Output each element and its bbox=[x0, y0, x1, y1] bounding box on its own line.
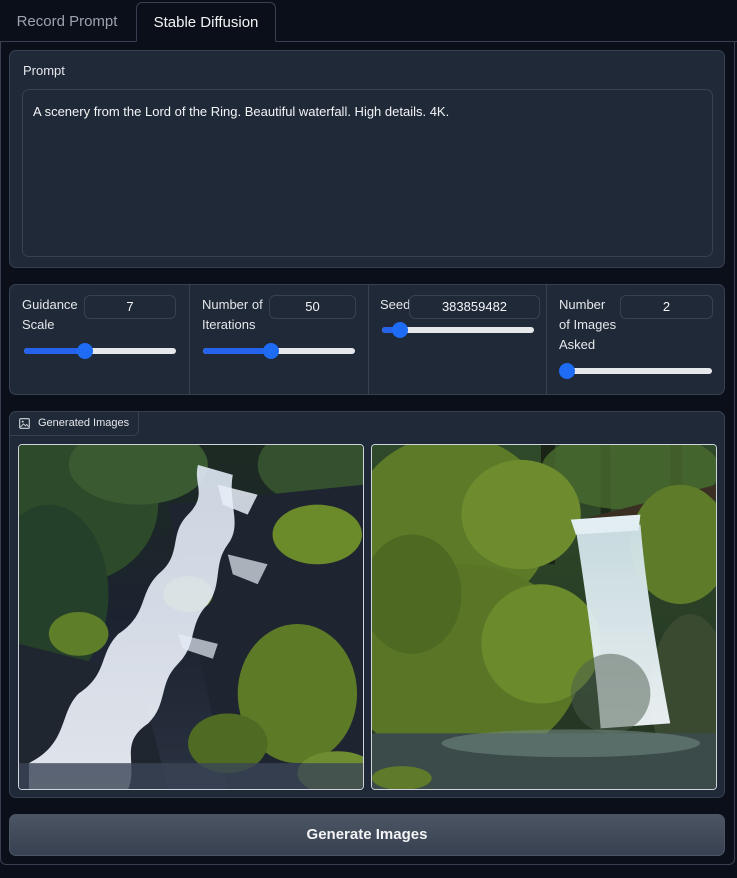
guidance-scale-slider-thumb[interactable] bbox=[76, 343, 93, 359]
seed-label: Seed bbox=[380, 297, 411, 312]
guidance-scale-number-input[interactable]: 7 bbox=[84, 295, 176, 319]
guidance-scale-slider[interactable] bbox=[24, 343, 176, 359]
tab-record-prompt[interactable]: Record Prompt bbox=[6, 2, 128, 42]
num-images-number-input[interactable]: 2 bbox=[620, 295, 713, 319]
iterations-control: Number of Iterations 50 bbox=[189, 285, 368, 394]
seed-slider[interactable] bbox=[382, 322, 534, 338]
prompt-block: Prompt A scenery from the Lord of the Ri… bbox=[9, 50, 725, 268]
image-icon bbox=[19, 418, 30, 429]
iterations-slider-fill bbox=[203, 348, 272, 354]
prompt-label: Prompt bbox=[23, 63, 65, 78]
parameters-block: Guidance Scale 7 Number of Iterations 50… bbox=[9, 284, 725, 395]
generated-image-2[interactable] bbox=[371, 444, 717, 790]
gallery-label-text: Generated Images bbox=[38, 417, 130, 429]
num-images-label-line1: Number bbox=[559, 297, 606, 312]
iterations-slider-thumb[interactable] bbox=[263, 343, 280, 359]
generated-image-1[interactable] bbox=[18, 444, 364, 790]
tab-stable-diffusion[interactable]: Stable Diffusion bbox=[136, 2, 276, 42]
guidance-scale-slider-fill bbox=[24, 348, 85, 354]
iterations-label-line1: Number of bbox=[202, 297, 263, 312]
tab-bar: Record Prompt Stable Diffusion bbox=[0, 0, 737, 42]
iterations-slider[interactable] bbox=[203, 343, 355, 359]
gallery-label: Generated Images bbox=[10, 412, 139, 436]
num-images-label-line2: of Images bbox=[559, 317, 617, 332]
seed-number-input[interactable]: 383859482 bbox=[409, 295, 540, 319]
num-images-label-line3: Asked bbox=[559, 337, 596, 352]
iterations-number-input[interactable]: 50 bbox=[269, 295, 356, 319]
guidance-scale-label-line1: Guidance bbox=[22, 297, 78, 312]
guidance-scale-control: Guidance Scale 7 bbox=[10, 285, 189, 394]
iterations-label-line2: Iterations bbox=[202, 317, 256, 332]
seed-slider-thumb[interactable] bbox=[392, 322, 409, 338]
guidance-scale-label-line2: Scale bbox=[22, 317, 55, 332]
generate-images-button[interactable]: Generate Images bbox=[9, 814, 725, 856]
num-images-control: Number of Images Asked 2 bbox=[546, 285, 724, 394]
prompt-textarea[interactable]: A scenery from the Lord of the Ring. Bea… bbox=[22, 89, 713, 257]
seed-control: Seed 383859482 bbox=[368, 285, 546, 394]
generated-images-gallery: Generated Images bbox=[9, 411, 725, 798]
num-images-slider[interactable] bbox=[559, 363, 712, 379]
num-images-slider-thumb[interactable] bbox=[559, 363, 575, 379]
